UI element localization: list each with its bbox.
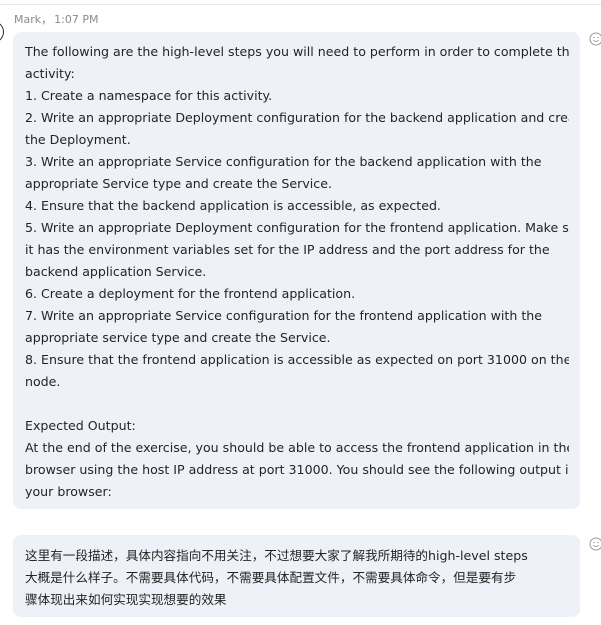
chat-transcript: Mark， 1:07 PM The following are the high-…	[0, 0, 601, 625]
message-line: appropriate service type and create the …	[25, 330, 331, 345]
meta-separator: ，	[41, 13, 53, 26]
message-line: 8. Ensure that the frontend application …	[25, 352, 569, 367]
message-line: 4. Ensure that the backend application i…	[25, 198, 441, 213]
message-line: The following are the high-level steps y…	[25, 44, 569, 59]
smiley-reaction-icon[interactable]	[589, 537, 601, 551]
message-line: 6. Create a deployment for the frontend …	[25, 286, 356, 301]
message-line: 7. Write an appropriate Service configur…	[25, 308, 542, 323]
message-line: browser using the host IP address at por…	[25, 462, 569, 477]
message-line: Expected Output:	[25, 418, 136, 433]
smiley-reaction-icon[interactable]	[589, 32, 601, 46]
message-line: 5. Write an appropriate Deployment confi…	[25, 220, 569, 235]
message-line: 3. Write an appropriate Service configur…	[25, 154, 542, 169]
message-line: it has the environment variables set for…	[25, 242, 550, 257]
message-line: 1. Create a namespace for this activity.	[25, 88, 273, 103]
message-line: 2. Write an appropriate Deployment confi…	[25, 110, 569, 125]
message-line: 这里有一段描述，具体内容指向不用关注，不过想要大家了解我所期待的high-lev…	[25, 548, 528, 563]
message-time: 1:07 PM	[54, 13, 99, 26]
message-line: node.	[25, 374, 61, 389]
message-line: 骤体现出来如何实现实现想要的效果	[25, 592, 227, 607]
message-line: backend application Service.	[25, 264, 207, 279]
message-line: 大概是什么样子。不需要具体代码，不需要具体配置文件，不需要具体命令，但是要有步	[25, 570, 517, 585]
message-line: At the end of the exercise, you should b…	[25, 440, 569, 455]
message-bubble[interactable]: The following are the high-level steps y…	[13, 32, 580, 509]
user-avatar-icon[interactable]	[0, 21, 4, 43]
message-line: activity:	[25, 66, 75, 81]
sender-name: Mark	[14, 13, 42, 26]
message-bubble[interactable]: 这里有一段描述，具体内容指向不用关注，不过想要大家了解我所期待的high-lev…	[13, 535, 580, 617]
top-divider	[0, 4, 601, 5]
message-line: your browser:	[25, 484, 112, 499]
message-line: appropriate Service type and create the …	[25, 176, 332, 191]
message-meta: Mark， 1:07 PM	[14, 13, 98, 27]
message-line: the Deployment.	[25, 132, 131, 147]
